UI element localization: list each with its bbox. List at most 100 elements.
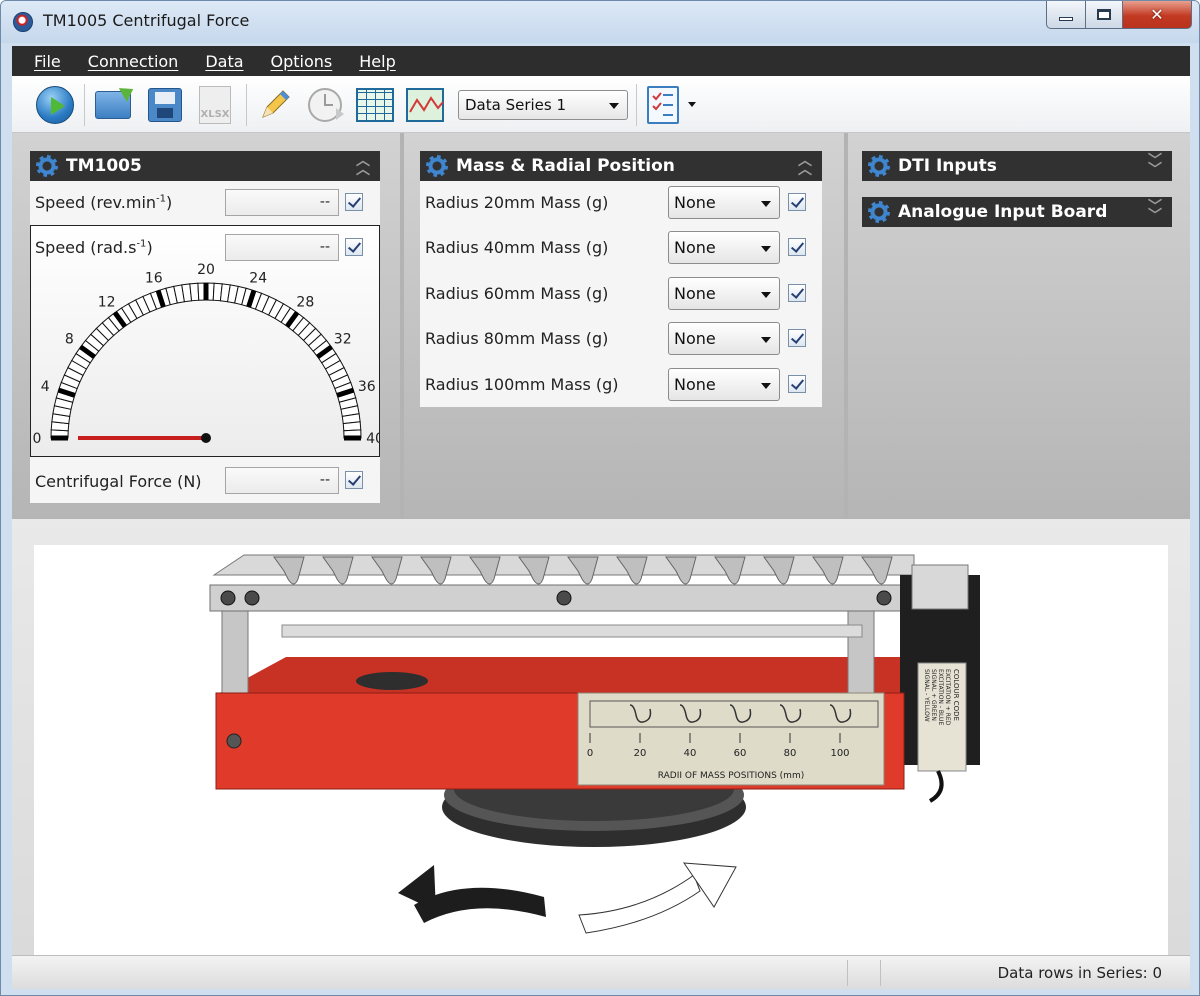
colour-code-line: EXCITATION + RED — [944, 669, 951, 726]
data-series-value: Data Series 1 — [465, 96, 567, 114]
radius-20-label: Radius 20mm Mass (g) — [425, 193, 609, 212]
menu-data[interactable]: Data — [205, 52, 243, 71]
menu-bar: File Connection Data Options Help — [12, 46, 1190, 76]
app-icon — [13, 12, 33, 32]
gauge-tick-label: 8 — [65, 332, 74, 348]
radius-80-checkbox[interactable] — [788, 329, 806, 347]
analogue-input-title: Analogue Input Board — [898, 202, 1108, 222]
apparatus-canvas: COLOUR CODE EXCITATION + RED EXCITATION … — [34, 545, 1168, 955]
start-button[interactable] — [36, 86, 74, 124]
chevron-down-icon — [609, 103, 619, 109]
window-title: TM1005 Centrifugal Force — [43, 11, 250, 30]
menu-help[interactable]: Help — [359, 52, 395, 71]
speed-gauge: 0 4 8 12 16 20 24 28 32 36 40 — [33, 262, 379, 447]
radius-60-checkbox[interactable] — [788, 284, 806, 302]
left-post — [221, 604, 249, 698]
colour-code-text: COLOUR CODE EXCITATION + RED EXCITATION … — [923, 669, 960, 726]
column-left: TM1005 ︿ ︿ Speed (rev.min-1) -- Speed (ra… — [12, 133, 400, 519]
gauge-tick-label: 4 — [41, 379, 50, 395]
hub-cap — [356, 672, 428, 690]
front-bolt — [226, 733, 242, 749]
centrifugal-force-value: -- — [225, 467, 339, 494]
radius-40-checkbox[interactable] — [788, 238, 806, 256]
table-view-button[interactable] — [356, 86, 394, 124]
radius-20-mass-select[interactable]: None — [668, 186, 780, 219]
minimize-icon — [1059, 16, 1073, 21]
status-separator — [880, 960, 881, 986]
top-rail — [212, 554, 915, 576]
maximize-button[interactable] — [1085, 1, 1123, 29]
edit-button[interactable] — [256, 86, 294, 124]
report-dropdown-icon[interactable] — [688, 102, 696, 107]
expand-chevron-icon[interactable]: ﹀ ﹀ — [1148, 154, 1162, 177]
xlsx-icon: XLSX — [199, 86, 231, 124]
gauge-tick-label: 28 — [296, 294, 314, 310]
close-icon: ✕ — [1150, 5, 1164, 24]
radius-100-mass-value: None — [674, 375, 716, 394]
toolbar-separator — [636, 84, 637, 126]
gauge-tick-label: 40 — [366, 431, 379, 447]
speed-gauge-panel: Speed (rad.s-1) -- 0481216202428323640 — [30, 225, 380, 457]
panels-area: TM1005 ︿ ︿ Speed (rev.min-1) -- Speed (ra… — [12, 133, 1190, 519]
pencil-icon — [262, 90, 290, 118]
status-bar: Data rows in Series: 0 — [12, 955, 1190, 989]
chevron-down-icon — [761, 201, 771, 207]
gauge-tick-label: 12 — [98, 294, 116, 310]
tm1005-panel-header[interactable]: TM1005 ︿ ︿ — [30, 151, 380, 181]
sensor-clamp — [911, 564, 969, 610]
menu-connection[interactable]: Connection — [88, 52, 179, 71]
data-series-select[interactable]: Data Series 1 — [458, 90, 628, 120]
report-button[interactable] — [644, 86, 682, 124]
gauge-tick-label: 0 — [33, 431, 42, 447]
colour-code-line: SIGNAL + GREEN — [930, 669, 937, 721]
collapse-chevron-icon[interactable]: ︿ ︿ — [798, 154, 812, 177]
collapse-chevron-icon[interactable]: ︿ ︿ — [356, 154, 370, 177]
close-button[interactable]: ✕ — [1122, 1, 1192, 29]
radius-60-mass-value: None — [674, 284, 716, 303]
dti-inputs-header[interactable]: DTI Inputs ﹀ ﹀ — [862, 151, 1172, 181]
gauge-tick-label: 24 — [249, 270, 267, 286]
radius-20-mass-value: None — [674, 193, 716, 212]
gear-icon — [426, 155, 448, 177]
save-button[interactable] — [146, 86, 184, 124]
radius-100-label: Radius 100mm Mass (g) — [425, 375, 619, 394]
gauge-pivot — [201, 433, 211, 443]
analogue-input-header[interactable]: Analogue Input Board ﹀ ﹀ — [862, 197, 1172, 227]
radius-80-mass-select[interactable]: None — [668, 322, 780, 355]
menu-options[interactable]: Options — [271, 52, 333, 71]
radius-40-mass-select[interactable]: None — [668, 231, 780, 264]
timer-button[interactable] — [306, 86, 344, 124]
gauge-tick-label: 32 — [334, 332, 352, 348]
gauge-segment — [189, 282, 200, 302]
export-xlsx-button[interactable]: XLSX — [196, 86, 234, 124]
open-button[interactable] — [94, 86, 132, 124]
toolbar-separator — [246, 84, 247, 126]
radius-100-checkbox[interactable] — [788, 375, 806, 393]
speed-rev-value: -- — [225, 189, 339, 216]
speed-rev-checkbox[interactable] — [345, 193, 363, 211]
expand-chevron-icon[interactable]: ﹀ ﹀ — [1148, 200, 1162, 223]
graph-view-button[interactable] — [406, 86, 444, 124]
table-icon — [356, 88, 394, 122]
menu-file[interactable]: File — [34, 52, 61, 71]
scale-tick-label: 20 — [634, 748, 647, 759]
gauge-segment — [342, 421, 362, 432]
centrifugal-force-checkbox[interactable] — [345, 471, 363, 489]
sensor-cable — [928, 770, 944, 803]
gear-icon — [868, 155, 890, 177]
maximize-icon — [1097, 9, 1111, 20]
rail-bolt — [556, 590, 572, 606]
chart-icon — [406, 88, 444, 122]
gear-icon — [36, 155, 58, 177]
chevron-down-icon — [761, 292, 771, 298]
scale-tick-label: 60 — [734, 748, 747, 759]
rotation-arrow-right — [578, 874, 701, 934]
radius-60-mass-select[interactable]: None — [668, 277, 780, 310]
radius-100-mass-select[interactable]: None — [668, 368, 780, 401]
data-rows-status: Data rows in Series: 0 — [997, 964, 1162, 982]
minimize-button[interactable] — [1046, 1, 1086, 29]
scale-tick-label: 100 — [830, 748, 849, 759]
radius-20-checkbox[interactable] — [788, 193, 806, 211]
mass-panel-header[interactable]: Mass & Radial Position ︿ ︿ — [420, 151, 822, 181]
tm1005-panel-title: TM1005 — [66, 156, 142, 176]
